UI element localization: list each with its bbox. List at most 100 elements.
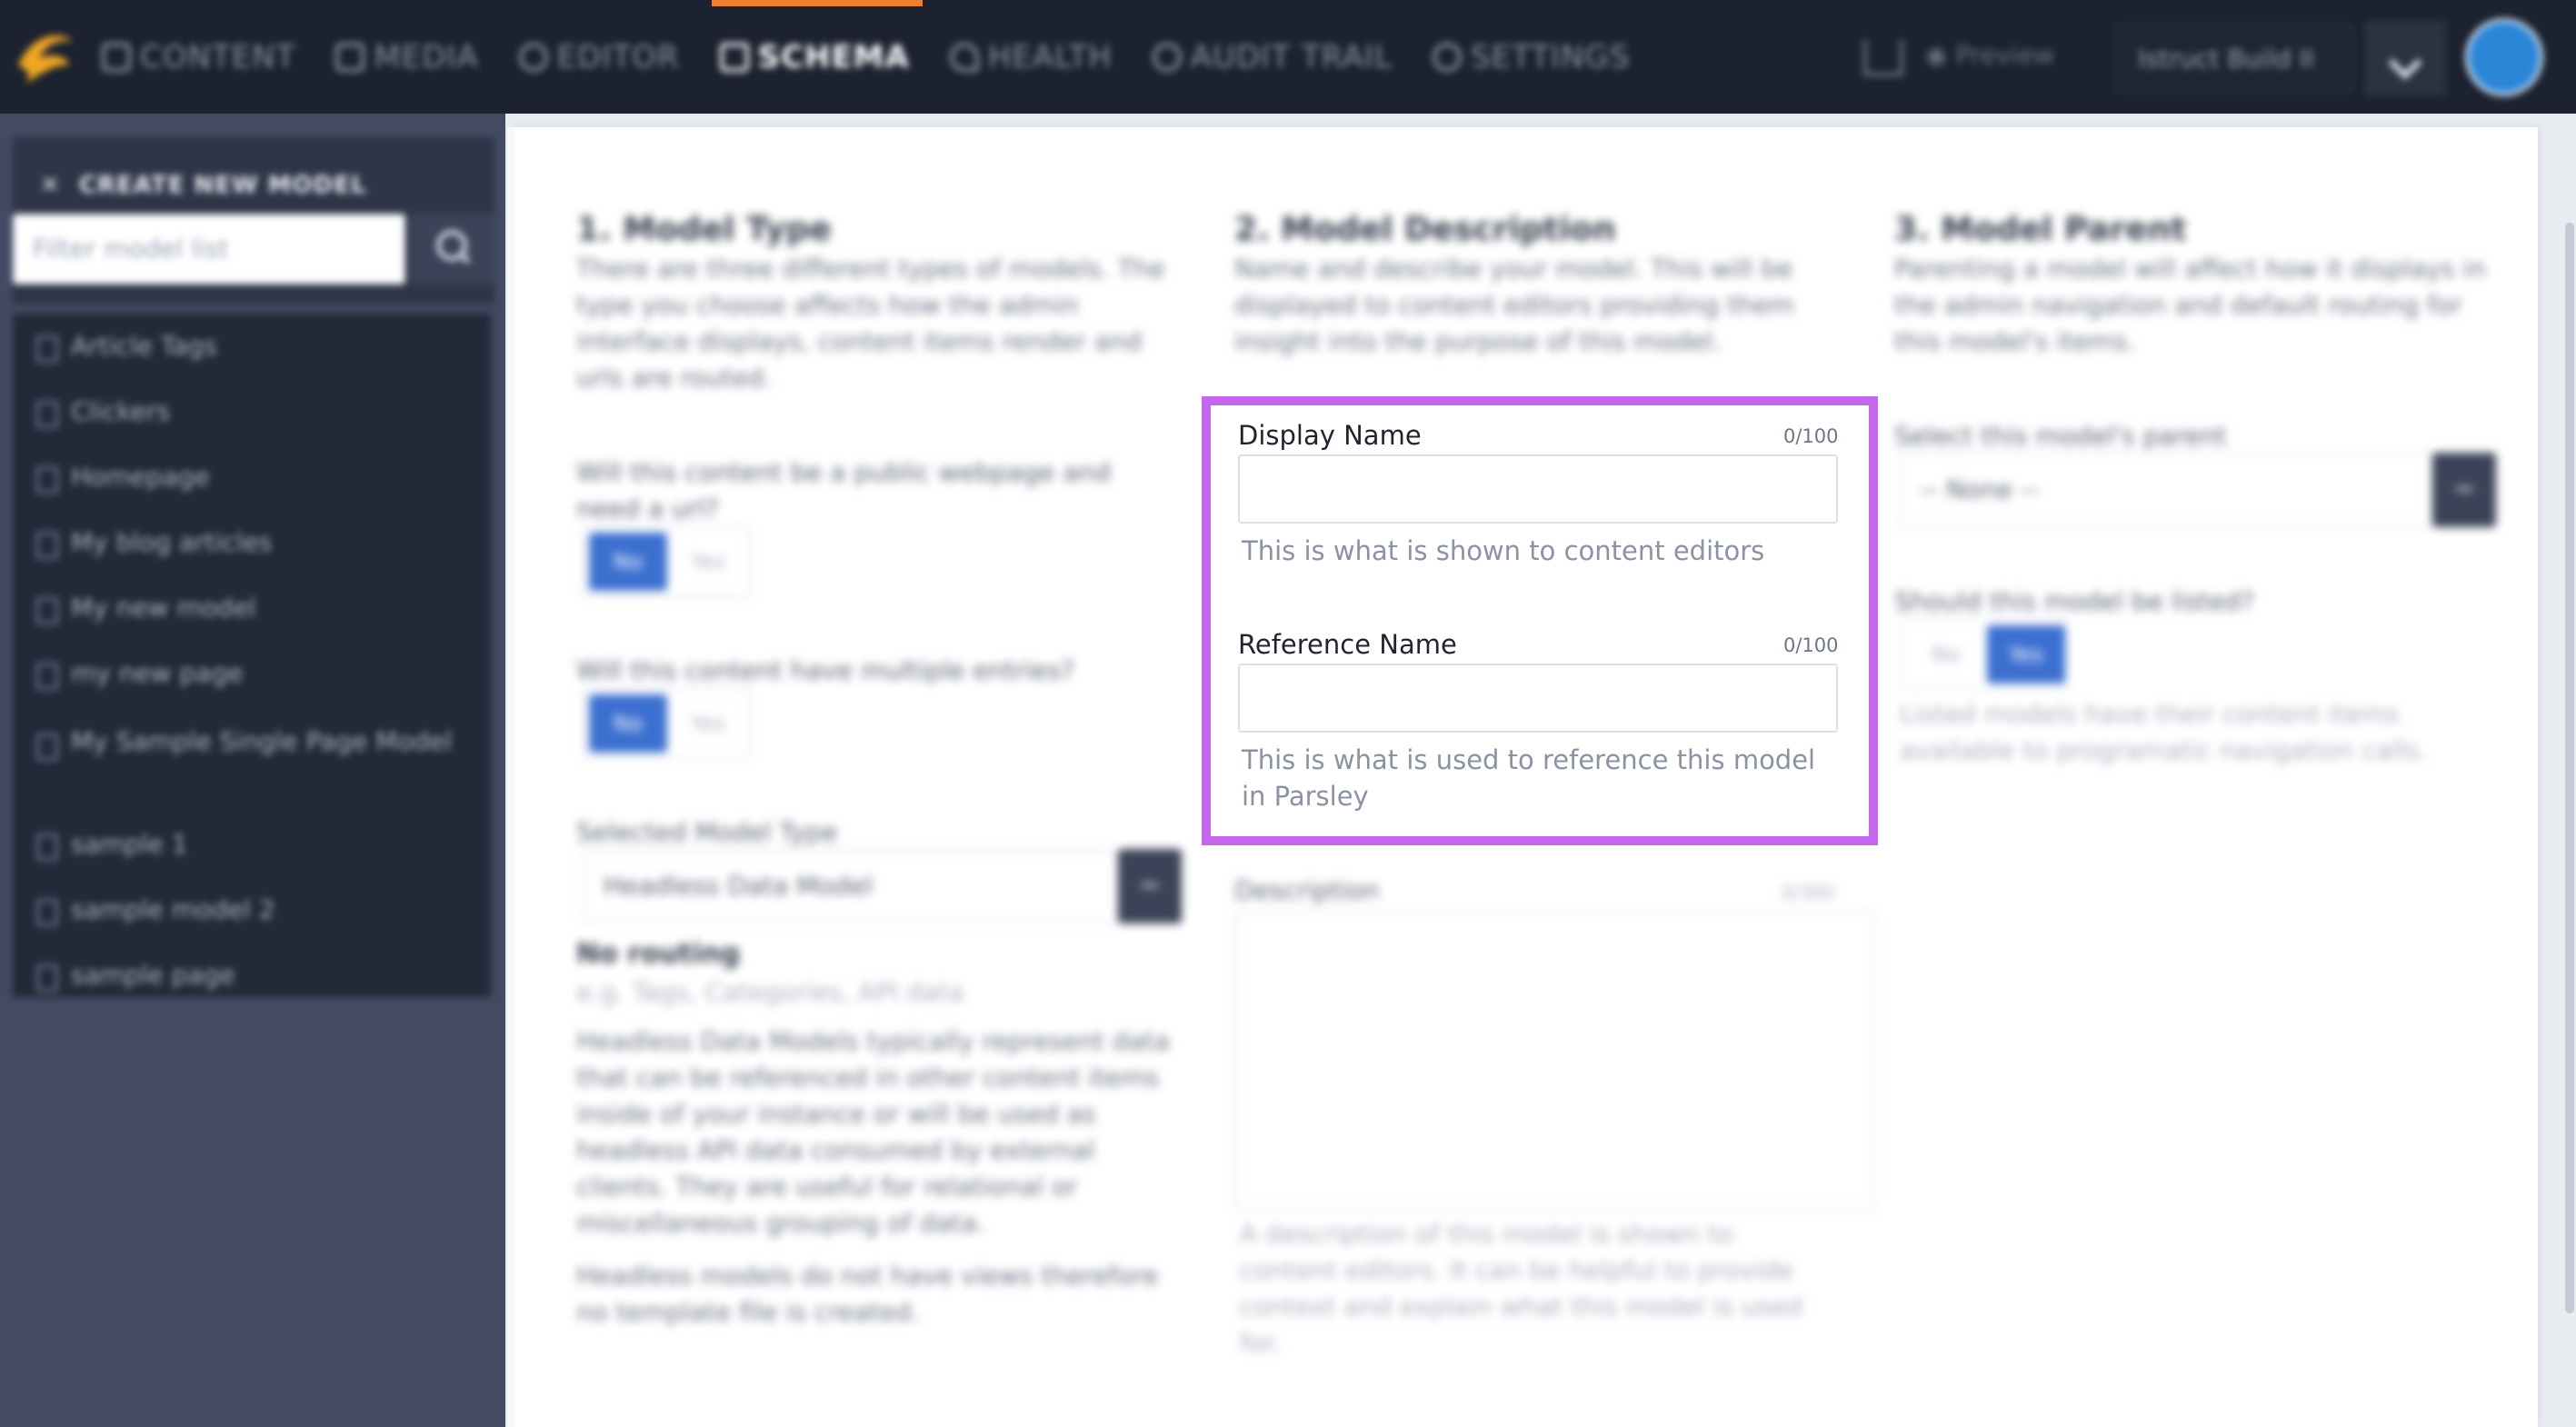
model-item-label: sample page (71, 960, 235, 990)
preview-button[interactable]: ◉ Preview (1925, 40, 2054, 70)
description-textarea[interactable] (1234, 911, 1876, 1211)
model-list-item[interactable]: my new page (13, 654, 491, 719)
model-parent-description: Parenting a model will affect how it dis… (1894, 254, 2486, 356)
no-option[interactable]: No (1907, 625, 1985, 684)
model-list-item[interactable]: sample model 2 (13, 890, 491, 955)
yes-option[interactable]: Yes (669, 533, 747, 591)
user-icon (1152, 43, 1182, 72)
search-icon[interactable] (411, 214, 494, 284)
routing-note: Headless models do not have views theref… (576, 1261, 1159, 1327)
nav-tab-audit-trail[interactable]: AUDIT TRAIL (1152, 39, 1393, 75)
parent-select-value: -- None -- (1920, 474, 2040, 504)
chevron-down-icon[interactable] (2364, 20, 2446, 96)
no-option[interactable]: No (589, 694, 667, 753)
model-item-label: sample 1 (71, 829, 188, 859)
nav-tab-label: MEDIA (374, 39, 479, 75)
nav-tab-label: CONTENT (140, 39, 296, 75)
yes-option[interactable]: Yes (669, 694, 747, 753)
model-type-select[interactable]: Headless Data Model (582, 849, 1118, 923)
model-item-label: My blog articles (71, 527, 273, 557)
preview-label: Preview (1955, 40, 2055, 70)
model-item-label: My Sample Single Page Model (71, 726, 453, 756)
deploy-icon[interactable] (1863, 40, 1903, 76)
document-icon (36, 597, 58, 624)
yes-option[interactable]: Yes (1987, 625, 2065, 684)
public-webpage-question: Will this content be a public webpage an… (576, 457, 1111, 524)
model-list-item[interactable]: Article Tags (13, 326, 491, 392)
nav-tab-health[interactable]: HEALTH (949, 39, 1113, 75)
chevron-down-icon[interactable] (2432, 453, 2496, 527)
document-icon (36, 466, 58, 494)
display-name-input[interactable] (1238, 454, 1838, 524)
model-parent-title: 3. Model Parent (1894, 211, 2187, 248)
document-icon (36, 532, 58, 559)
model-item-label: Homepage (71, 462, 210, 492)
model-description-text: Name and describe your model. This will … (1234, 254, 1794, 356)
model-item-label: my new page (71, 658, 244, 688)
avatar[interactable] (2465, 18, 2543, 96)
model-list-item[interactable]: Clickers (13, 392, 491, 457)
document-icon (36, 733, 58, 761)
model-list: Article Tags Clickers Homepage My blog a… (13, 314, 491, 997)
model-list-item[interactable]: sample page (13, 955, 491, 1021)
no-option[interactable]: No (589, 533, 667, 591)
gear-icon (1432, 43, 1462, 72)
nav-tab-settings[interactable]: SETTINGS (1432, 39, 1631, 75)
page-scrollbar[interactable] (2565, 223, 2574, 1313)
public-webpage-toggle[interactable]: No Yes (582, 525, 751, 598)
active-tab-indicator (712, 0, 923, 6)
model-type-select-value: Headless Data Model (604, 871, 874, 901)
chevron-down-icon[interactable] (1118, 849, 1182, 923)
document-icon (36, 833, 58, 861)
model-list-item[interactable]: My blog articles (13, 523, 491, 588)
nav-tab-label: SCHEMA (757, 39, 910, 75)
database-icon (719, 43, 749, 72)
nav-tab-label: SETTINGS (1470, 39, 1631, 75)
reference-name-char-count: 0/100 (1783, 634, 1839, 656)
multiple-entries-toggle[interactable]: No Yes (582, 687, 751, 760)
model-list-item[interactable]: sample 1 (13, 824, 491, 890)
model-description-title: 2. Model Description (1234, 211, 1616, 248)
model-list-item[interactable]: My Sample Single Page Model (13, 719, 491, 824)
nav-tab-content[interactable]: CONTENT (102, 39, 295, 75)
document-icon (36, 964, 58, 992)
selected-model-type-label: Selected Model Type (576, 817, 838, 847)
model-list-item[interactable]: My new model (13, 588, 491, 654)
model-list-item[interactable]: Homepage (13, 457, 491, 523)
nav-tab-media[interactable]: MEDIA (335, 39, 478, 75)
description-label: Description (1234, 875, 1380, 905)
edit-icon (102, 43, 131, 72)
heart-icon (949, 43, 979, 72)
listed-question: Should this model be listed? (1894, 586, 2254, 616)
nav-tab-label: HEALTH (987, 39, 1113, 75)
routing-example: e.g. Tags, Categories, API data (576, 977, 964, 1007)
display-name-help-text: This is what is shown to content editors (1242, 535, 1765, 566)
routing-title: No routing (576, 938, 741, 970)
description-char-count: 0/300 (1782, 882, 1834, 903)
image-icon (335, 43, 365, 72)
parent-select[interactable]: -- None -- (1898, 453, 2432, 527)
nav-tab-label: EDITOR (556, 39, 680, 75)
top-navigation-bar: CONTENT MEDIA EDITOR SCHEMA HEALTH AUDIT… (0, 0, 2576, 114)
filter-model-input[interactable]: Filter model list (13, 214, 405, 284)
listed-toggle[interactable]: No Yes (1900, 618, 2069, 691)
code-icon (518, 43, 548, 72)
reference-name-label: Reference Name (1238, 629, 1457, 660)
model-sidebar: ✕ CREATE NEW MODEL Filter model list Art… (0, 114, 505, 1427)
instance-label: Istruct Build II (2138, 44, 2315, 74)
nav-tab-label: AUDIT TRAIL (1190, 39, 1393, 75)
reference-name-input[interactable] (1238, 664, 1838, 733)
listed-help-text: Listed models have their content items a… (1900, 699, 2428, 765)
document-icon (36, 663, 58, 690)
parent-select-label: Select this model's parent (1894, 421, 2227, 451)
nav-tab-schema[interactable]: SCHEMA (719, 39, 910, 75)
nav-tab-editor[interactable]: EDITOR (518, 39, 680, 75)
app-logo-icon[interactable] (13, 25, 78, 91)
instance-selector[interactable]: Istruct Build II (2114, 24, 2354, 93)
model-item-label: Clickers (71, 396, 171, 426)
description-help-text: A description of this model is shown to … (1240, 1219, 1802, 1358)
display-name-label: Display Name (1238, 420, 1422, 451)
document-icon (36, 335, 58, 363)
model-item-label: My new model (71, 593, 256, 623)
model-item-label: sample model 2 (71, 894, 275, 924)
